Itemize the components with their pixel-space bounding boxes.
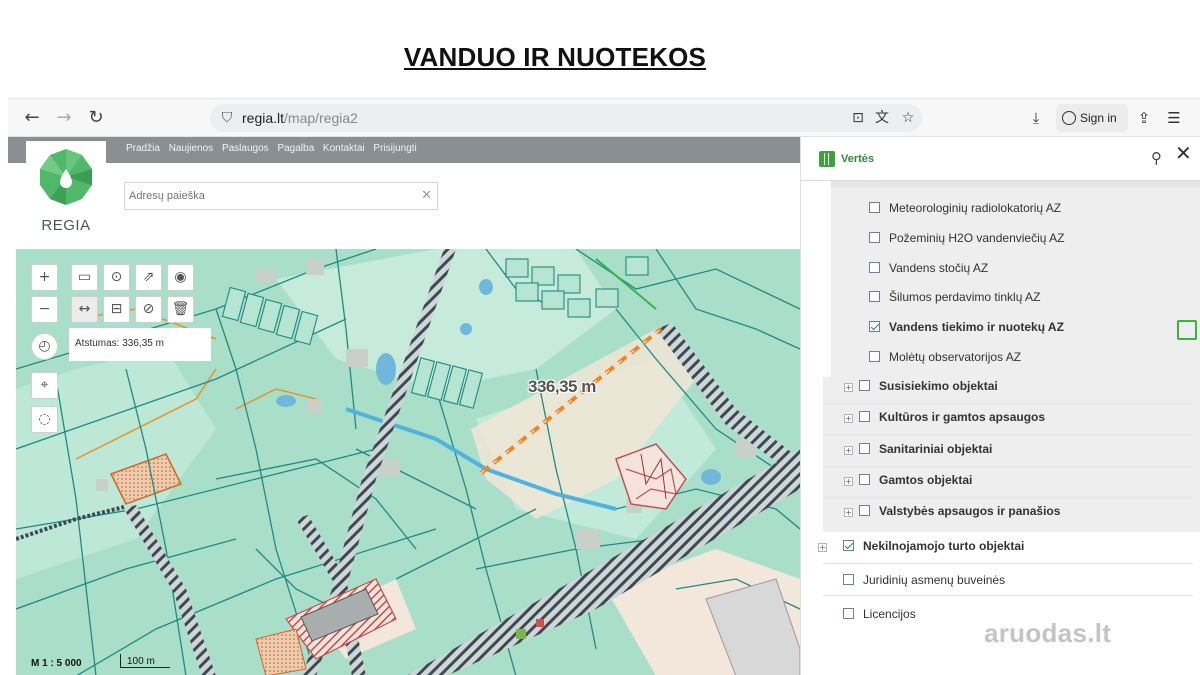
trash-icon[interactable]: 🗑 [167,296,194,323]
layer-checkbox[interactable] [869,351,880,362]
star-icon[interactable]: ☆ [898,109,918,127]
clear-search-icon[interactable]: ✕ [421,188,432,203]
aruodas-watermark: aruodas.lt [984,618,1112,648]
install-app-icon[interactable]: ⊡ [848,109,868,127]
layer-checkbox-checked[interactable] [869,321,880,332]
layer-checkbox[interactable] [859,443,870,454]
divider [823,563,1193,564]
reload-icon[interactable]: ↻ [84,107,108,129]
url-text[interactable]: regia.lt/map/regia2 [242,110,358,126]
nav-contacts[interactable]: Kontaktai [323,143,365,154]
map-canvas[interactable]: + − ▭ ⊙ ⇗ ◉ ↔ ⊟ ⊘ 🗑 Atstumas: 336,35 m ◴… [16,249,800,675]
layer-checkbox[interactable] [859,474,870,485]
lasso-icon[interactable]: ◌ [31,406,58,433]
share-icon[interactable]: ⇪ [1134,108,1154,128]
map-scale: M 1 : 5 000 [31,658,82,669]
nav-home[interactable]: Pradžia [126,143,160,154]
measure-label: 336,35 m [528,377,596,396]
regia-logo[interactable]: REGIA [26,141,106,245]
layer-checkbox[interactable] [869,232,880,243]
regia-logo-icon [40,149,92,205]
browser-window: ← → ↻ ⛉ regia.lt/map/regia2 ⊡ 文 ☆ ⤓ Sign… [8,98,1200,675]
expand-icon[interactable]: + [844,414,853,423]
layer-legend-swatch [1177,320,1197,340]
sublayer-group [831,187,1200,377]
menu-icon[interactable]: ☰ [1164,108,1184,128]
expand-icon[interactable]: + [844,508,853,517]
avatar-icon [1062,111,1076,125]
measure-distance-icon[interactable]: ↔ [71,296,98,323]
nav-services[interactable]: Paslaugos [222,143,269,154]
address-search[interactable]: ✕ [124,182,438,210]
nav-news[interactable]: Naujienos [169,143,213,154]
compass-icon[interactable]: ◴ [31,333,58,360]
address-bar[interactable]: ⛉ regia.lt/map/regia2 ⊡ 文 ☆ [210,104,922,132]
download-icon[interactable]: ⤓ [1026,108,1046,128]
slide-title: VANDUO IR NUOTEKOS [403,42,707,72]
layer-checkbox[interactable] [843,608,854,619]
expand-icon[interactable]: + [818,543,827,552]
panel-title: Vertės [841,153,875,165]
distance-text: Atstumas: 336,35 m [75,338,164,349]
translate-icon[interactable]: 文 [872,109,892,127]
layer-checkbox[interactable] [859,505,870,516]
expand-icon[interactable]: + [844,383,853,392]
address-search-input[interactable] [125,183,405,209]
back-icon[interactable]: ← [20,107,44,129]
clear-measure-icon[interactable]: ⊘ [135,296,162,323]
panel-header: Vertės ⚲ ✕ [801,137,1200,181]
layer-checkbox[interactable] [859,411,870,422]
web-page: Pradžia Naujienos Paslaugos Pagalba Kont… [8,137,800,675]
site-nav: Pradžia Naujienos Paslaugos Pagalba Kont… [8,137,800,163]
browser-toolbar: ← → ↻ ⛉ regia.lt/map/regia2 ⊡ 文 ☆ ⤓ Sign… [8,99,1200,137]
expand-icon[interactable]: + [844,477,853,486]
crosshair-icon[interactable]: ⌖ [31,372,58,399]
layers-panel: Vertės ⚲ ✕ Meteorologinių radiolokatorių… [800,137,1200,675]
layer-checkbox[interactable] [869,291,880,302]
location-pin-icon[interactable]: ⊙ [103,264,130,291]
sign-in-button[interactable]: Sign in [1056,104,1128,132]
nav-login[interactable]: Prisijungti [373,143,416,154]
divider [823,466,1193,467]
divider [823,497,1193,498]
divider [823,403,1193,404]
scale-bar: 100 m [120,654,170,668]
page: VANDUO IR NUOTEKOS ← → ↻ ⛉ regia.lt/map/… [0,0,1200,675]
expand-icon[interactable]: + [844,446,853,455]
layer-checkbox-checked[interactable] [843,540,854,551]
logo-text: REGIA [41,217,91,234]
forward-icon[interactable]: → [52,107,76,129]
map-icon [819,151,835,167]
ruler-icon[interactable]: ▭ [71,264,98,291]
zoom-out-button[interactable]: − [31,296,58,323]
nav-help[interactable]: Pagalba [277,143,314,154]
divider [823,595,1193,596]
layer-checkbox[interactable] [869,202,880,213]
close-icon[interactable]: ✕ [1175,141,1192,165]
layer-checkbox[interactable] [869,262,880,273]
zoom-in-button[interactable]: + [31,264,58,291]
parcel-map[interactable] [16,249,800,675]
measure-area-icon[interactable]: ⊟ [103,296,130,323]
divider [823,434,1193,435]
layer-checkbox[interactable] [859,380,870,391]
unpin-icon[interactable]: ⚲ [1151,149,1162,167]
target-icon[interactable]: ◉ [167,264,194,291]
distance-readout: Atstumas: 336,35 m [69,328,211,361]
layer-checkbox[interactable] [843,574,854,585]
export-icon[interactable]: ⇗ [135,264,162,291]
shield-icon[interactable]: ⛉ [218,109,236,127]
